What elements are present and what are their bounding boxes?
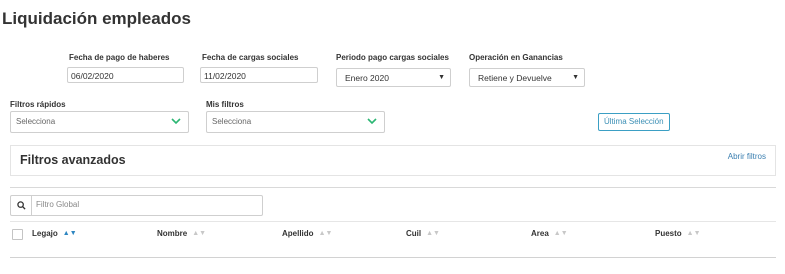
chevron-down-icon <box>367 118 377 125</box>
search-icon <box>17 201 26 210</box>
column-header-apellido[interactable]: Apellido ▲▼ <box>282 229 332 238</box>
divider <box>10 221 776 222</box>
caret-down-icon: ▼ <box>438 74 445 81</box>
global-search-placeholder: Filtro Global <box>36 200 80 209</box>
column-header-cuil[interactable]: Cuil ▲▼ <box>406 229 440 238</box>
fecha-pago-label: Fecha de pago de haberes <box>69 53 170 62</box>
sort-icon: ▲▼ <box>318 230 333 237</box>
filtros-rapidos-label: Filtros rápidos <box>10 100 66 109</box>
mis-filtros-select[interactable]: Selecciona <box>206 111 385 133</box>
select-all-checkbox[interactable] <box>12 229 23 240</box>
column-label: Legajo <box>32 229 58 238</box>
page-title: Liquidación empleados <box>2 9 191 28</box>
ultima-seleccion-button[interactable]: Última Selección <box>598 113 670 131</box>
operacion-value: Retiene y Devuelve <box>478 73 552 83</box>
column-header-legajo[interactable]: Legajo ▲▼ <box>32 229 77 238</box>
operacion-select[interactable]: Retiene y Devuelve ▼ <box>469 68 585 87</box>
divider <box>10 187 776 188</box>
operacion-label: Operación en Ganancias <box>469 53 563 62</box>
global-search-field[interactable]: Filtro Global <box>10 195 263 216</box>
sort-icon: ▲▼ <box>686 230 701 237</box>
fecha-cargas-input[interactable]: 11/02/2020 <box>200 67 318 83</box>
filtros-rapidos-select[interactable]: Selecciona <box>10 111 189 133</box>
caret-down-icon: ▼ <box>572 74 579 81</box>
column-header-puesto[interactable]: Puesto ▲▼ <box>655 229 701 238</box>
column-label: Puesto <box>655 229 682 238</box>
periodo-value: Enero 2020 <box>345 73 389 83</box>
column-label: Area <box>531 229 549 238</box>
column-header-nombre[interactable]: Nombre ▲▼ <box>157 229 206 238</box>
periodo-label: Periodo pago cargas sociales <box>336 53 449 62</box>
column-label: Apellido <box>282 229 314 238</box>
sort-icon: ▲▼ <box>553 230 568 237</box>
divider <box>10 257 776 258</box>
fecha-pago-input[interactable]: 06/02/2020 <box>67 67 184 83</box>
sort-icon: ▲▼ <box>192 230 207 237</box>
open-filters-link[interactable]: Abrir filtros <box>728 152 766 161</box>
search-icon-cell <box>11 196 32 215</box>
mis-filtros-label: Mis filtros <box>206 100 244 109</box>
sort-icon: ▲▼ <box>426 230 440 237</box>
chevron-down-icon <box>171 118 181 125</box>
column-label: Nombre <box>157 229 188 238</box>
fecha-cargas-label: Fecha de cargas sociales <box>202 53 299 62</box>
column-header-area[interactable]: Area ▲▼ <box>531 229 568 238</box>
mis-filtros-placeholder: Selecciona <box>212 117 252 126</box>
advanced-filters-panel: Filtros avanzados Abrir filtros <box>10 145 776 176</box>
filtros-rapidos-placeholder: Selecciona <box>16 117 56 126</box>
column-label: Cuil <box>406 229 422 238</box>
advanced-filters-title: Filtros avanzados <box>20 153 126 167</box>
sort-icon: ▲▼ <box>62 230 77 237</box>
periodo-select[interactable]: Enero 2020 ▼ <box>336 68 451 87</box>
